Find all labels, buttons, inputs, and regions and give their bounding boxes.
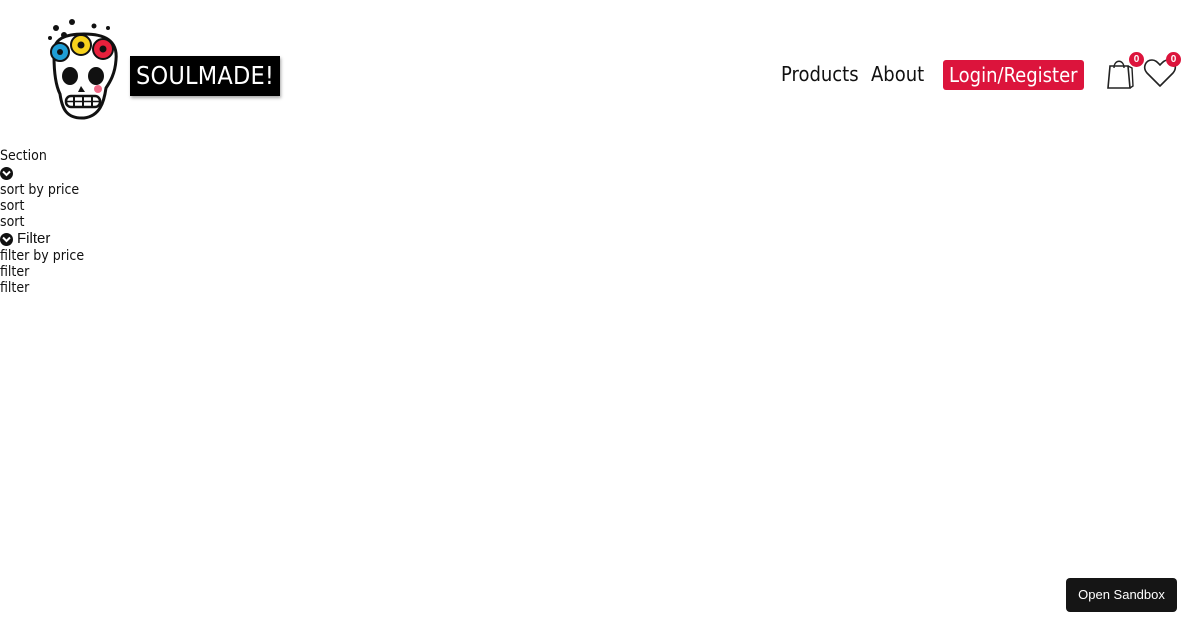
nav-products-link[interactable]: Products bbox=[781, 60, 859, 88]
cart-button[interactable]: 0 bbox=[1106, 52, 1144, 92]
filter-toggle-chevron-icon[interactable] bbox=[0, 232, 13, 246]
sort-option[interactable]: sort bbox=[0, 198, 84, 214]
open-sandbox-button[interactable]: Open Sandbox bbox=[1066, 578, 1177, 612]
sort-filter-panel: Section sort by price sort sort Filter f… bbox=[0, 148, 84, 296]
sort-toggle-chevron-icon[interactable] bbox=[0, 166, 13, 180]
filter-by-price-option[interactable]: filter by price bbox=[0, 248, 84, 264]
filter-label[interactable]: Filter bbox=[17, 231, 50, 247]
filter-option[interactable]: filter bbox=[0, 280, 84, 296]
brand-name[interactable]: SOULMADE! bbox=[130, 56, 281, 96]
sort-by-price-option[interactable]: sort by price bbox=[0, 182, 84, 198]
sort-option[interactable]: sort bbox=[0, 214, 84, 230]
logo-link[interactable] bbox=[44, 16, 124, 124]
site-header: SOULMADE! Products About Login/Register … bbox=[0, 0, 1200, 140]
nav-about-link[interactable]: About bbox=[871, 60, 924, 88]
page: SOULMADE! Products About Login/Register … bbox=[0, 0, 1200, 630]
section-label: Section bbox=[0, 148, 47, 164]
cart-count-badge: 0 bbox=[1129, 52, 1144, 67]
login-register-button[interactable]: Login/Register bbox=[943, 60, 1084, 90]
wishlist-count-badge: 0 bbox=[1166, 52, 1181, 67]
filter-option[interactable]: filter bbox=[0, 264, 84, 280]
wishlist-button[interactable]: 0 bbox=[1143, 52, 1181, 92]
sugar-skull-icon bbox=[48, 19, 118, 120]
